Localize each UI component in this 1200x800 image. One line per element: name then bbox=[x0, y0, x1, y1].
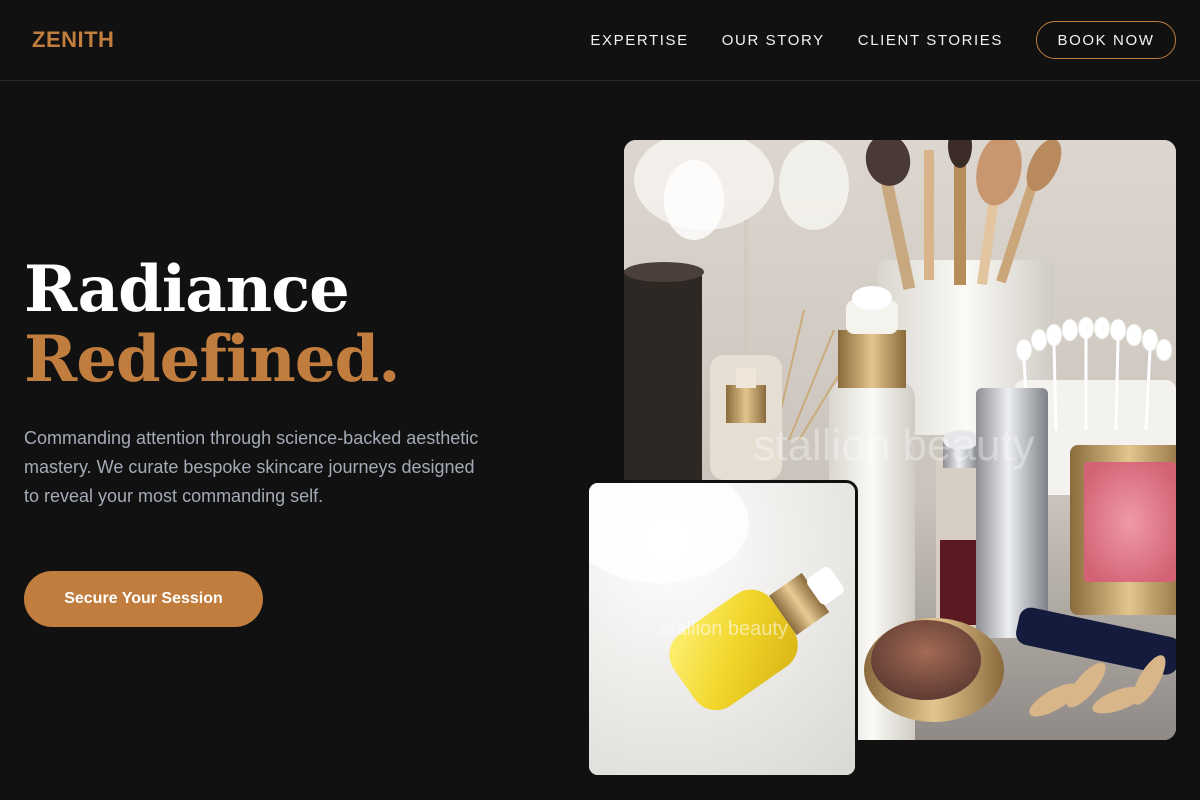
main-image-watermark: stallion beauty bbox=[753, 421, 1034, 470]
site-header: ZENITH EXPERTISE OUR STORY CLIENT STORIE… bbox=[0, 0, 1200, 81]
hero-title: Radiance Redefined. bbox=[24, 255, 400, 395]
main-nav: EXPERTISE OUR STORY CLIENT STORIES BOOK … bbox=[590, 21, 1176, 59]
book-now-button[interactable]: BOOK NOW bbox=[1036, 21, 1176, 59]
hero-title-line2: Redefined. bbox=[24, 322, 400, 397]
hero-title-line1: Radiance bbox=[24, 252, 350, 327]
secondary-image-watermark: stallion beauty bbox=[660, 618, 788, 640]
secure-session-button[interactable]: Secure Your Session bbox=[24, 571, 263, 627]
oil-bottle-illustration: stallion beauty bbox=[589, 483, 855, 775]
featured-product-image: stallion beauty bbox=[586, 480, 858, 778]
brand-logo[interactable]: ZENITH bbox=[32, 27, 114, 53]
nav-link-client-stories[interactable]: CLIENT STORIES bbox=[858, 32, 1003, 49]
hero-description: Commanding attention through science-bac… bbox=[24, 428, 479, 506]
nav-link-our-story[interactable]: OUR STORY bbox=[722, 32, 825, 49]
nav-link-expertise[interactable]: EXPERTISE bbox=[590, 32, 688, 49]
